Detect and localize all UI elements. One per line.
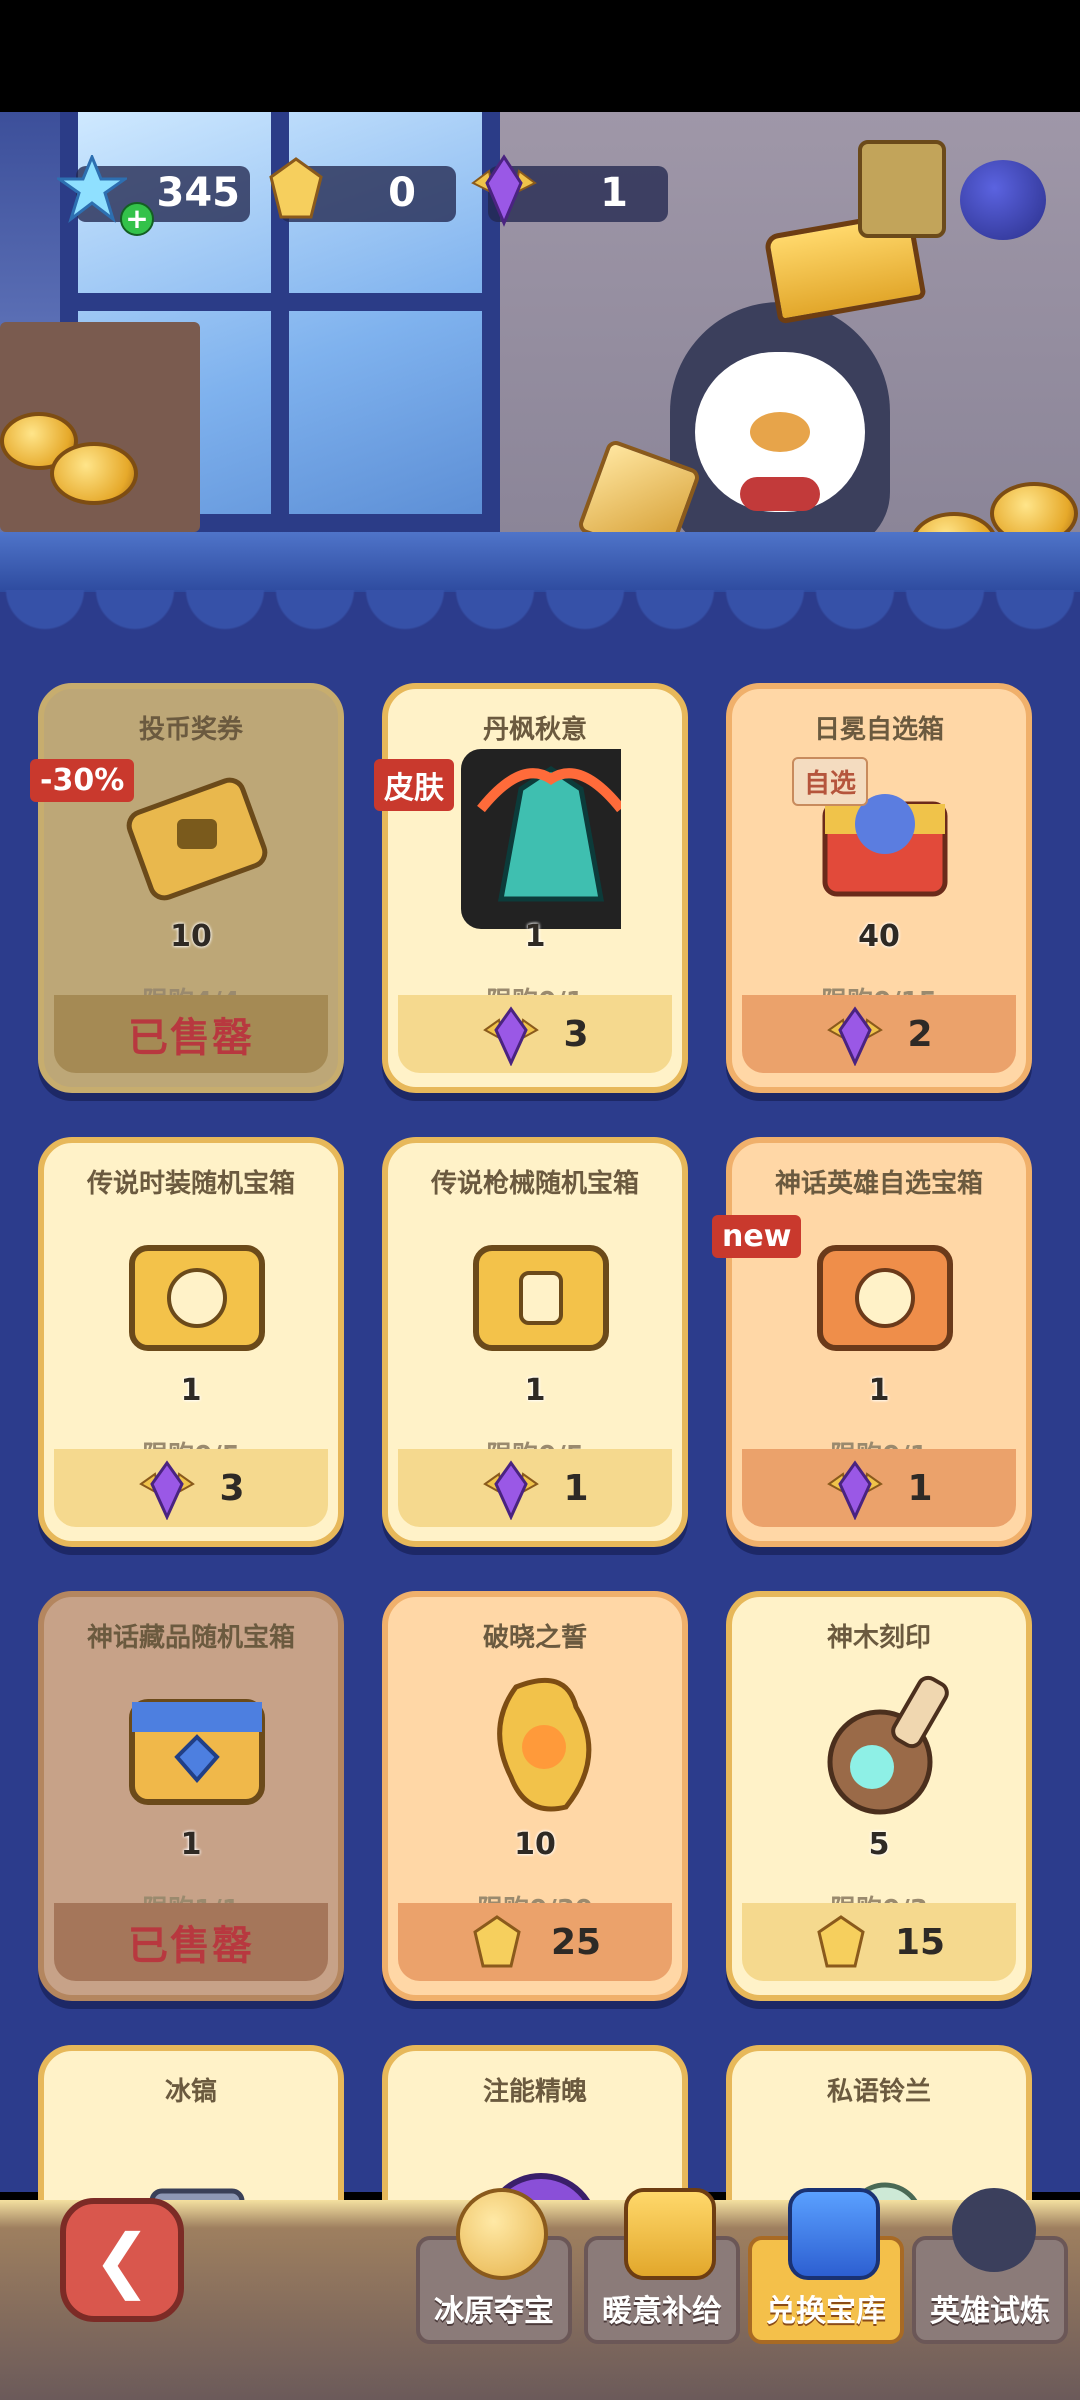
purple-gem-icon: [137, 1460, 196, 1521]
item-title: 神木刻印: [826, 1623, 931, 1653]
price-value: 1: [563, 1467, 589, 1509]
item-title: 冰镐: [164, 2077, 217, 2107]
curtain-scallop: [0, 590, 1080, 660]
ice-crystal-count: 345: [156, 170, 241, 216]
gold-crystal-icon: [813, 1914, 869, 1970]
purple-gem-icon: [481, 1460, 540, 1521]
gold-crystal-icon: [258, 152, 334, 228]
ice-crystal-icon: [54, 152, 130, 228]
back-arrow-icon: ❮: [92, 2219, 152, 2301]
purple-gem-count: 1: [600, 170, 628, 216]
basket-icon: [788, 2188, 880, 2280]
shop-item-card[interactable]: 神木刻印5限购0/315: [726, 1591, 1032, 2001]
shop-item-card[interactable]: 神话藏品随机宝箱1限购1/1已售罄: [38, 1591, 344, 2001]
soldout-bar: 已售罄: [54, 995, 328, 1073]
shop-item-card[interactable]: 传说枪械随机宝箱1限购0/51: [382, 1137, 688, 1547]
soldout-label: 已售罄: [128, 1015, 254, 1061]
vase-decoration: [858, 140, 946, 238]
tab-hero-trial[interactable]: 英雄试炼: [912, 2188, 1068, 2344]
tab-warm-supply[interactable]: 暖意补给: [584, 2188, 740, 2344]
item-image: [461, 749, 621, 929]
item-title: 神话英雄自选宝箱: [774, 1169, 983, 1199]
tab-label: 英雄试炼: [930, 2294, 1050, 2329]
item-image: [117, 759, 277, 919]
coin-icon: [50, 442, 138, 505]
crystal-ball-decoration: [960, 160, 1046, 240]
shop-item-card[interactable]: 破晓之誓10限购0/3025: [382, 1591, 688, 2001]
tab-label: 冰原夺宝: [434, 2294, 554, 2329]
item-image: [461, 1213, 621, 1373]
price-value: 3: [219, 1467, 245, 1509]
banner-stage: [0, 532, 1080, 592]
shop-item-card[interactable]: 传说时装随机宝箱1限购0/53: [38, 1137, 344, 1547]
item-tag-badge: -30%: [30, 759, 135, 802]
currency-ice-crystal[interactable]: + 345: [57, 155, 250, 236]
tab-label: 兑换宝库: [766, 2294, 886, 2329]
shop-item-card[interactable]: 神话英雄自选宝箱new1限购0/11: [712, 1137, 1032, 1547]
shop-item-card[interactable]: 投币奖券-30%10限购4/4已售罄: [30, 683, 344, 1093]
price-value: 15: [894, 1921, 946, 1963]
item-image: [117, 1213, 277, 1373]
item-tag-badge: 皮肤: [374, 759, 454, 811]
item-quantity: 5: [868, 1827, 890, 1862]
item-quantity: 1: [524, 919, 546, 954]
item-image: [461, 1667, 621, 1827]
item-quantity: 40: [858, 919, 900, 954]
price-value: 3: [563, 1013, 589, 1055]
clover-coin-icon: [456, 2188, 548, 2280]
gold-chest-icon: [624, 2188, 716, 2280]
price-button[interactable]: 1: [398, 1449, 672, 1527]
item-image: [117, 1667, 277, 1827]
tab-ice-treasure[interactable]: 冰原夺宝: [416, 2188, 572, 2344]
item-title: 投币奖券: [138, 715, 243, 745]
gold-crystal-count: 0: [388, 170, 416, 216]
item-title: 神话藏品随机宝箱: [86, 1623, 295, 1653]
currency-purple-gem[interactable]: 1: [471, 154, 668, 227]
item-quantity: 10: [170, 919, 212, 954]
price-button[interactable]: 25: [398, 1903, 672, 1981]
shop-item-card[interactable]: 日冕自选箱自选40限购0/152: [726, 683, 1032, 1093]
purple-gem-icon: [481, 1006, 540, 1067]
price-value: 2: [907, 1013, 933, 1055]
price-button[interactable]: 3: [398, 995, 672, 1073]
tab-exchange-vault[interactable]: 兑换宝库: [748, 2188, 904, 2344]
item-tag-badge: 自选: [792, 757, 869, 806]
price-button[interactable]: 3: [54, 1449, 328, 1527]
item-quantity: 1: [524, 1373, 546, 1408]
purple-gem-icon: [825, 1006, 884, 1067]
item-title: 传说时装随机宝箱: [86, 1169, 295, 1199]
price-value: 1: [907, 1467, 933, 1509]
item-tag-badge: new: [712, 1215, 802, 1258]
item-image: [805, 1667, 965, 1827]
item-title: 丹枫秋意: [482, 715, 587, 745]
item-image: [805, 1213, 965, 1373]
item-quantity: 1: [180, 1827, 202, 1862]
item-title: 传说枪械随机宝箱: [430, 1169, 639, 1199]
price-button[interactable]: 1: [742, 1449, 1016, 1527]
item-quantity: 1: [180, 1373, 202, 1408]
soldout-label: 已售罄: [128, 1923, 254, 1969]
item-title: 私语铃兰: [826, 2077, 931, 2107]
soldout-bar: 已售罄: [54, 1903, 328, 1981]
item-title: 破晓之誓: [482, 1623, 587, 1653]
add-icon[interactable]: +: [120, 202, 154, 236]
purple-gem-icon: [825, 1460, 884, 1521]
tab-label: 暖意补给: [602, 2294, 722, 2329]
item-quantity: 1: [868, 1373, 890, 1408]
item-quantity: 10: [514, 1827, 556, 1862]
status-bar: [0, 0, 1080, 112]
item-title: 日冕自选箱: [813, 715, 944, 745]
gold-crystal-icon: [469, 1914, 525, 1970]
back-button[interactable]: ❮: [60, 2198, 184, 2322]
item-title: 注能精魄: [482, 2077, 587, 2107]
price-value: 25: [550, 1921, 602, 1963]
penguin-knight-icon: [952, 2188, 1036, 2272]
price-button[interactable]: 2: [742, 995, 1016, 1073]
currency-gold-crystal[interactable]: 0: [269, 157, 456, 222]
price-button[interactable]: 15: [742, 1903, 1016, 1981]
purple-gem-icon: [466, 152, 542, 228]
shop-item-card[interactable]: 丹枫秋意皮肤1限购0/13: [374, 683, 688, 1093]
